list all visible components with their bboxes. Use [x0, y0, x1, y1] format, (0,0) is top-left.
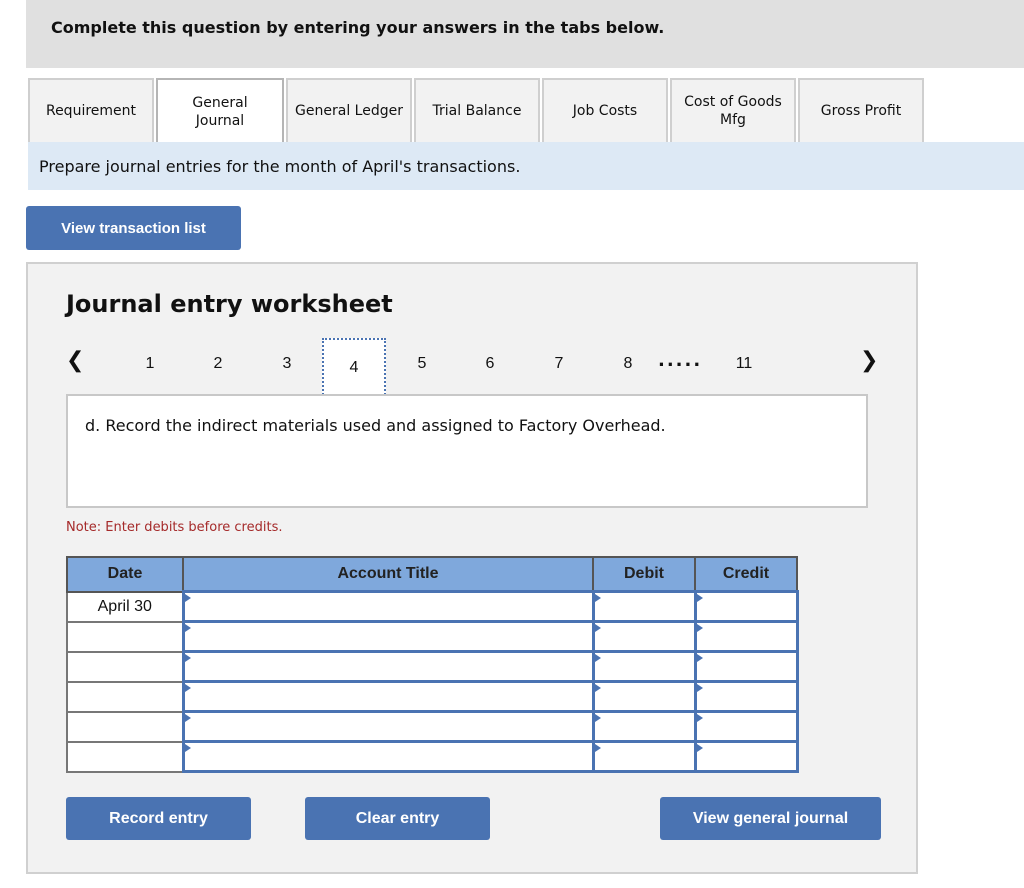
tab-requirement[interactable]: Requirement [28, 78, 154, 142]
credit-input[interactable] [693, 650, 799, 683]
page-3[interactable]: 3 [277, 355, 297, 373]
date-cell [66, 650, 184, 683]
tab-trial-balance[interactable]: Trial Balance [414, 78, 540, 142]
credit-input[interactable] [693, 740, 799, 773]
account-title-input[interactable] [181, 650, 595, 683]
debit-input[interactable] [591, 650, 697, 683]
record-entry-button[interactable]: Record entry [66, 797, 251, 840]
question-title: Complete this question by entering your … [51, 18, 665, 37]
entry-pager: ❮ 1 2 3 4 5 6 7 8 ..... 11 ❯ [28, 338, 916, 398]
account-title-input[interactable] [181, 620, 595, 653]
tab-general-journal[interactable]: General Journal [156, 78, 284, 144]
debit-input[interactable] [591, 740, 697, 773]
page-11[interactable]: 11 [734, 355, 754, 373]
debit-input[interactable] [591, 680, 697, 713]
tab-bar: Requirement General Journal General Ledg… [28, 78, 926, 144]
worksheet-title: Journal entry worksheet [66, 290, 393, 318]
date-cell: April 30 [66, 590, 184, 623]
account-title-input[interactable] [181, 710, 595, 743]
chevron-right-icon[interactable]: ❯ [860, 348, 878, 373]
table-row [66, 650, 799, 683]
table-header-row: Date Account Title Debit Credit [66, 556, 798, 593]
view-general-journal-button[interactable]: View general journal [660, 797, 881, 840]
credit-input[interactable] [693, 590, 799, 623]
page-4-current[interactable]: 4 [322, 338, 386, 398]
table-row [66, 740, 799, 773]
page-7[interactable]: 7 [549, 355, 569, 373]
tab-general-ledger[interactable]: General Ledger [286, 78, 412, 142]
debit-input[interactable] [591, 620, 697, 653]
transaction-description: d. Record the indirect materials used an… [85, 416, 666, 435]
date-cell [66, 740, 184, 773]
page-6[interactable]: 6 [480, 355, 500, 373]
journal-entry-worksheet: Journal entry worksheet ❮ 1 2 3 4 5 6 7 … [26, 262, 918, 874]
account-title-input[interactable] [181, 590, 595, 623]
page-5[interactable]: 5 [412, 355, 432, 373]
credit-input[interactable] [693, 620, 799, 653]
credit-input[interactable] [693, 680, 799, 713]
instruction-bar: Prepare journal entries for the month of… [28, 142, 1024, 190]
view-transaction-list-button[interactable]: View transaction list [26, 206, 241, 250]
tab-cost-of-goods-mfg[interactable]: Cost of Goods Mfg [670, 78, 796, 142]
table-row [66, 710, 799, 743]
clear-entry-button[interactable]: Clear entry [305, 797, 490, 840]
date-cell [66, 710, 184, 743]
chevron-left-icon[interactable]: ❮ [66, 348, 84, 373]
tab-gross-profit[interactable]: Gross Profit [798, 78, 924, 142]
account-title-input[interactable] [181, 680, 595, 713]
credit-input[interactable] [693, 710, 799, 743]
pager-ellipsis: ..... [658, 350, 703, 371]
instruction-text: Prepare journal entries for the month of… [39, 157, 521, 176]
transaction-description-box: d. Record the indirect materials used an… [66, 394, 868, 508]
page-2[interactable]: 2 [208, 355, 228, 373]
debits-note: Note: Enter debits before credits. [66, 520, 283, 535]
debit-input[interactable] [591, 710, 697, 743]
journal-table: Date Account Title Debit Credit April 30 [66, 556, 799, 773]
header-credit: Credit [694, 556, 798, 593]
question-banner: Complete this question by entering your … [26, 0, 1024, 68]
header-debit: Debit [592, 556, 696, 593]
table-row [66, 620, 799, 653]
page-8[interactable]: 8 [618, 355, 638, 373]
tab-job-costs[interactable]: Job Costs [542, 78, 668, 142]
date-cell [66, 620, 184, 653]
header-date: Date [66, 556, 184, 593]
table-row: April 30 [66, 590, 799, 623]
page-1[interactable]: 1 [140, 355, 160, 373]
account-title-input[interactable] [181, 740, 595, 773]
debit-input[interactable] [591, 590, 697, 623]
header-account-title: Account Title [182, 556, 594, 593]
table-row [66, 680, 799, 713]
date-cell [66, 680, 184, 713]
